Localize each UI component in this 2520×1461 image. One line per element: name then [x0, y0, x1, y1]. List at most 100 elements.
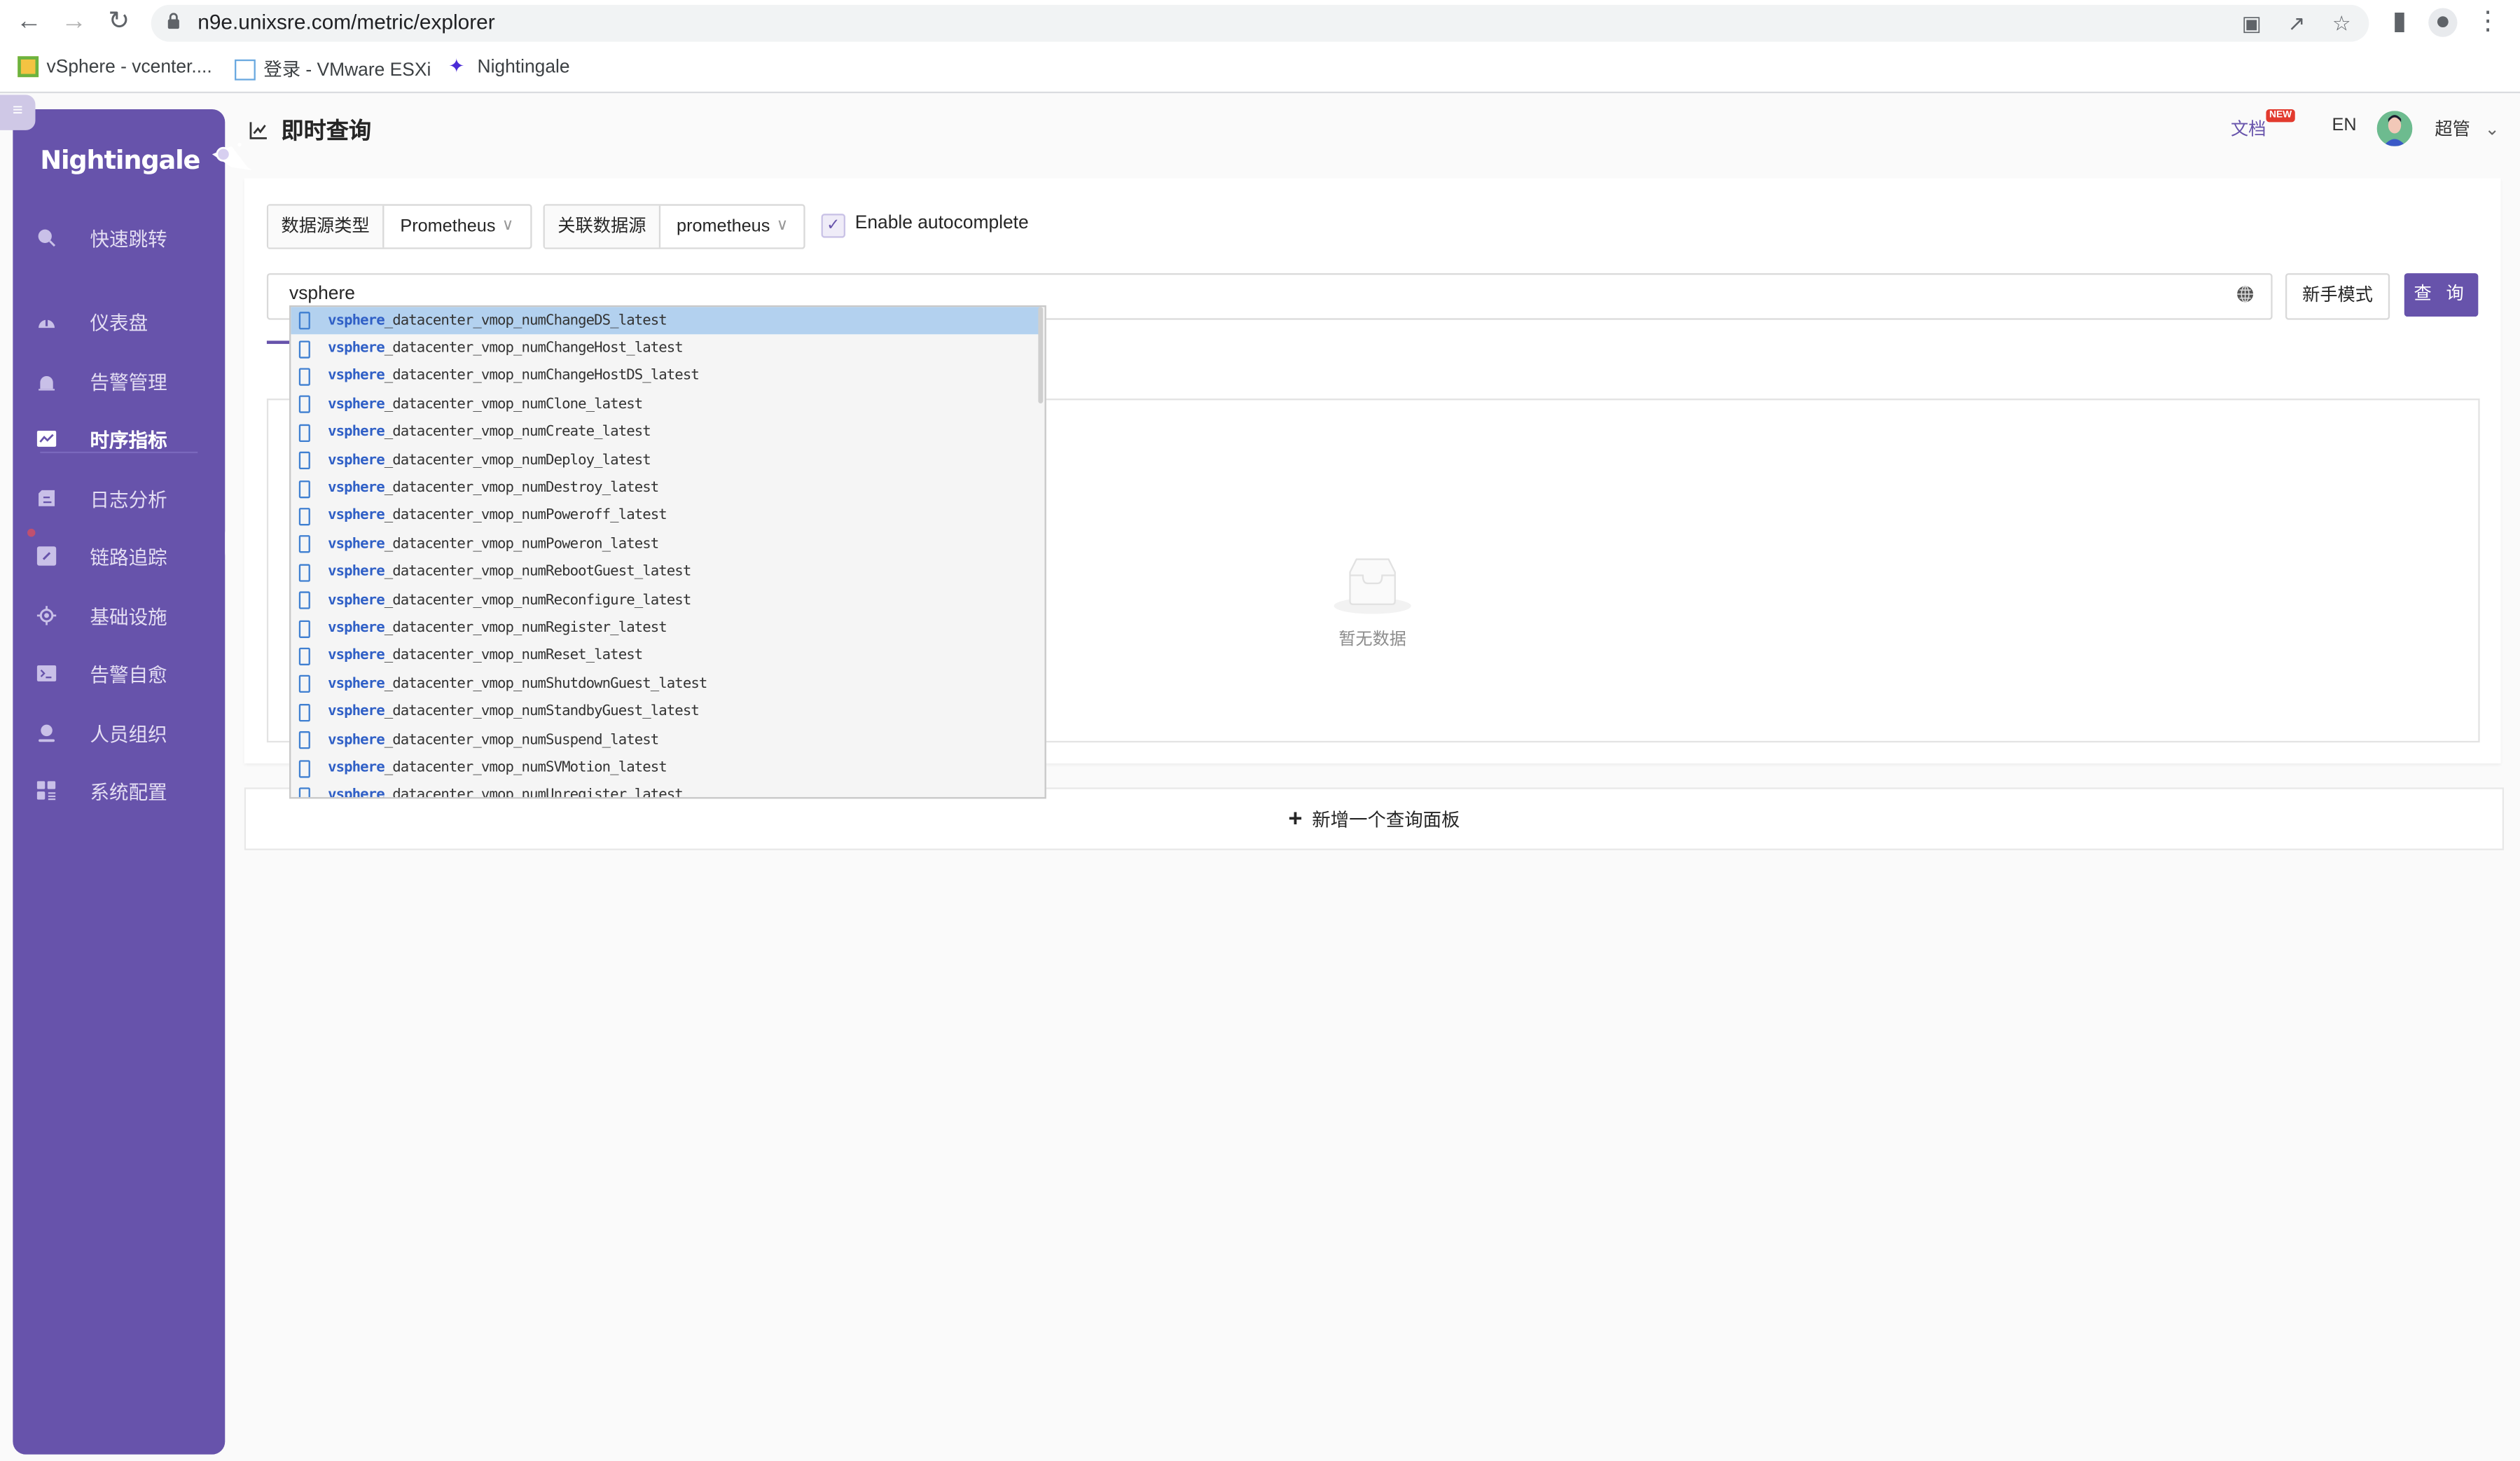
- line-chart-icon: [249, 122, 267, 139]
- promql-input-value: vsphere: [289, 284, 355, 304]
- autocomplete-checkbox[interactable]: ✓: [821, 214, 845, 238]
- metric-type-icon: [298, 452, 310, 470]
- collapse-sidebar-button[interactable]: ≡: [0, 95, 36, 130]
- option-suffix: _datacenter_vmop_numChangeHostDS_latest: [384, 368, 700, 385]
- bookmark-vsphere[interactable]: vSphere - vcenter....: [18, 56, 212, 78]
- page-title: 即时查询: [249, 114, 371, 146]
- metric-type-icon: [298, 787, 310, 798]
- autocomplete-option[interactable]: vsphere _datacenter_vmop_numDeploy_latest: [291, 447, 1039, 475]
- language-switch[interactable]: EN: [2332, 116, 2357, 135]
- autocomplete-option[interactable]: vsphere _datacenter_vmop_numShutdownGuest…: [291, 670, 1039, 698]
- docs-link[interactable]: 文档: [2231, 116, 2266, 141]
- match-highlight: vsphere: [328, 593, 385, 609]
- active-indicator: [225, 514, 244, 572]
- tab-active-indicator: [266, 340, 290, 345]
- sidebar-item[interactable]: 系统配置: [13, 771, 225, 810]
- metric-type-icon: [298, 312, 310, 330]
- metric-type-icon: [298, 731, 310, 749]
- query-button[interactable]: 查 询: [2404, 273, 2479, 317]
- novice-mode-button[interactable]: 新手模式: [2285, 273, 2390, 320]
- metric-type-icon: [298, 396, 310, 414]
- profile-icon[interactable]: ●: [2428, 8, 2458, 37]
- match-highlight: vsphere: [328, 704, 385, 721]
- autocomplete-option[interactable]: vsphere _datacenter_vmop_numDestroy_lates…: [291, 475, 1039, 503]
- alarm-icon: [39, 375, 55, 391]
- sidebar-item[interactable]: 日志分析: [13, 479, 225, 518]
- datasource-value: prometheus: [677, 216, 770, 237]
- autocomplete-option[interactable]: vsphere _datacenter_vmop_numStandbyGuest_…: [291, 698, 1039, 726]
- autocomplete-option[interactable]: vsphere _datacenter_vmop_numRebootGuest_l…: [291, 559, 1039, 587]
- autocomplete-option[interactable]: vsphere _datacenter_vmop_numRegister_late…: [291, 614, 1039, 642]
- menu-kebab-icon[interactable]: ⋮: [2473, 8, 2502, 36]
- autocomplete-option[interactable]: vsphere _datacenter_vmop_numUnregister_la…: [291, 782, 1039, 798]
- search-icon: [38, 229, 56, 247]
- target-icon: [36, 606, 57, 625]
- sidebar-item[interactable]: 链路追踪: [13, 536, 225, 575]
- sidebar-item[interactable]: 告警自愈: [13, 654, 225, 693]
- metric-type-icon: [298, 591, 310, 610]
- autocomplete-option[interactable]: vsphere _datacenter_vmop_numSVMotion_late…: [291, 754, 1039, 782]
- metric-type-icon: [298, 508, 310, 526]
- metric-type-icon: [298, 563, 310, 582]
- autocomplete-option[interactable]: vsphere _datacenter_vmop_numPoweroff_late…: [291, 503, 1039, 531]
- nightingale-icon: ✦: [448, 55, 465, 78]
- autocomplete-option[interactable]: vsphere _datacenter_vmop_numSuspend_lates…: [291, 726, 1039, 754]
- translate-icon[interactable]: ▣: [2241, 12, 2263, 35]
- match-highlight: vsphere: [328, 732, 385, 749]
- side-panel-icon[interactable]: ▮: [2385, 8, 2414, 36]
- back-icon[interactable]: ←: [15, 8, 43, 36]
- autocomplete-option[interactable]: vsphere _datacenter_vmop_numReset_latest: [291, 642, 1039, 670]
- metric-type-icon: [298, 675, 310, 693]
- sidebar-item[interactable]: 时序指标: [13, 420, 225, 458]
- sidebar-item-label: 仪表盘: [90, 311, 148, 334]
- globe-icon[interactable]: [2236, 284, 2255, 304]
- autocomplete-label[interactable]: Enable autocomplete: [855, 214, 1029, 233]
- chevron-down-icon: ∨: [501, 216, 514, 235]
- autocomplete-option[interactable]: vsphere _datacenter_vmop_numClone_latest: [291, 391, 1039, 419]
- datasource-type-select[interactable]: 数据源类型 Prometheus ∨: [266, 204, 532, 249]
- reload-icon[interactable]: ↻: [104, 8, 133, 36]
- vsphere-icon: [18, 56, 39, 78]
- metric-type-icon: [298, 535, 310, 554]
- sidebar-item[interactable]: 人员组织: [13, 714, 225, 752]
- autocomplete-scrollbar[interactable]: [1038, 307, 1044, 403]
- avatar[interactable]: [2376, 111, 2413, 146]
- metric-type-icon: [298, 368, 310, 386]
- sidebar: Nightingale 快速跳转仪表盘告警管理时序指标日志分析链路追踪基础设施告…: [13, 109, 254, 1455]
- metric-type-icon: [298, 480, 310, 498]
- address-bar[interactable]: n9e.unixsre.com/metric/explorer ▣ ↗ ☆: [151, 4, 2369, 42]
- url-text: n9e.unixsre.com/metric/explorer: [198, 9, 495, 34]
- star-icon[interactable]: ☆: [2330, 12, 2353, 35]
- autocomplete-option[interactable]: vsphere _datacenter_vmop_numChangeDS_late…: [291, 307, 1040, 335]
- match-highlight: vsphere: [328, 368, 385, 385]
- sidebar-item-label: 基础设施: [90, 604, 167, 628]
- sidebar-item[interactable]: 快速跳转: [13, 219, 225, 257]
- match-highlight: vsphere: [328, 340, 385, 357]
- bookmark-esxi[interactable]: 登录 - VMware ESXi: [235, 56, 431, 82]
- autocomplete-option[interactable]: vsphere _datacenter_vmop_numReconfigure_l…: [291, 587, 1039, 615]
- forward-icon[interactable]: →: [60, 8, 88, 36]
- match-highlight: vsphere: [328, 508, 385, 525]
- sidebar-item[interactable]: 仪表盘: [13, 302, 225, 340]
- match-highlight: vsphere: [328, 396, 385, 413]
- bookmark-nightingale[interactable]: ✦ Nightingale: [448, 55, 569, 78]
- link-icon: [36, 546, 57, 566]
- option-suffix: _datacenter_vmop_numStandbyGuest_latest: [384, 704, 700, 721]
- sidebar-item[interactable]: 告警管理: [13, 361, 225, 400]
- user-menu[interactable]: 超管 ⌄: [2435, 116, 2499, 141]
- chevron-down-icon: ⌄: [2484, 120, 2500, 140]
- autocomplete-option[interactable]: vsphere _datacenter_vmop_numChangeHostDS_…: [291, 363, 1039, 391]
- sidebar-item[interactable]: 基础设施: [13, 596, 225, 635]
- autocomplete-option[interactable]: vsphere _datacenter_vmop_numCreate_latest: [291, 419, 1039, 447]
- autocomplete-option[interactable]: vsphere _datacenter_vmop_numChangeHost_la…: [291, 335, 1039, 363]
- match-highlight: vsphere: [328, 676, 385, 693]
- lock-icon: [167, 13, 179, 29]
- datasource-select[interactable]: 关联数据源 prometheus ∨: [543, 204, 806, 249]
- autocomplete-dropdown: vsphere _datacenter_vmop_numChangeDS_late…: [289, 305, 1046, 799]
- datasource-type-label: 数据源类型: [268, 205, 385, 248]
- option-suffix: _datacenter_vmop_numSuspend_latest: [384, 732, 659, 749]
- share-icon[interactable]: ↗: [2285, 12, 2308, 35]
- match-highlight: vsphere: [328, 565, 385, 581]
- logo[interactable]: Nightingale: [40, 141, 254, 176]
- autocomplete-option[interactable]: vsphere _datacenter_vmop_numPoweron_lates…: [291, 531, 1039, 559]
